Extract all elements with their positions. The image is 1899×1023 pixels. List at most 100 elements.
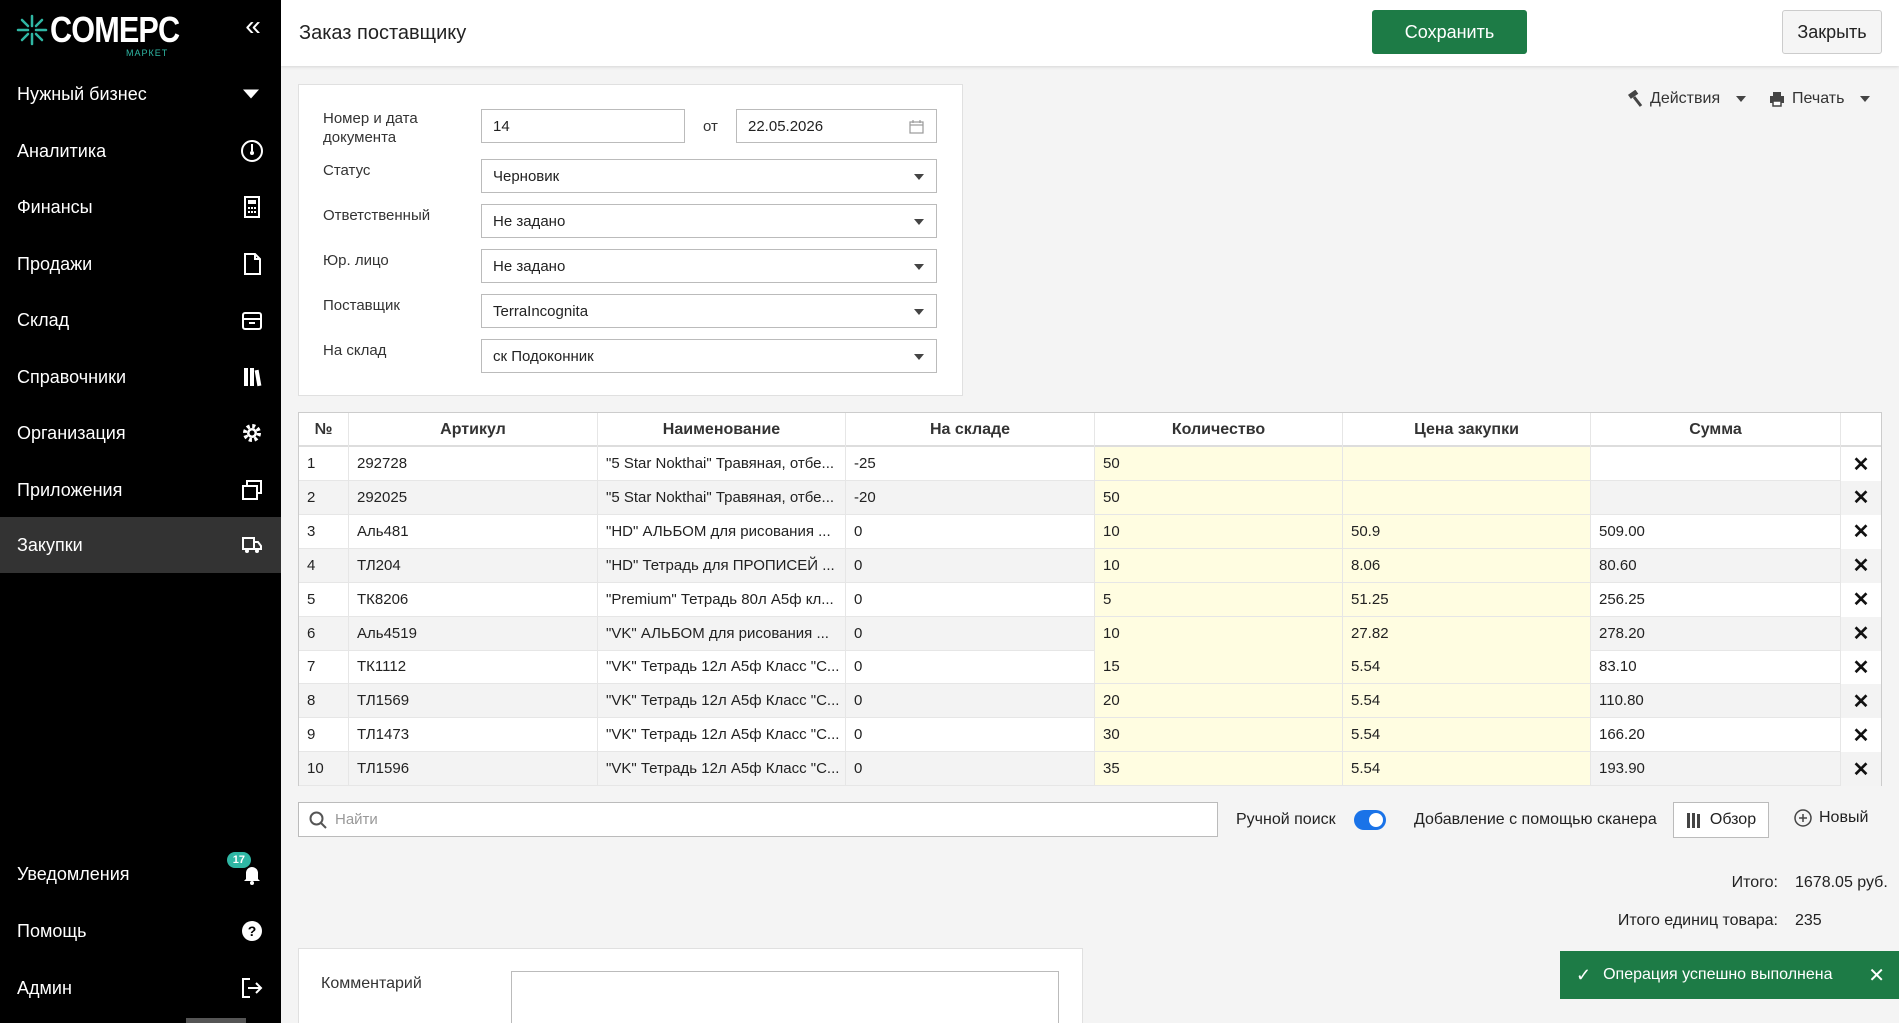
cell-number: 2 xyxy=(299,480,349,515)
delete-row-icon[interactable]: ✕ xyxy=(1841,752,1881,786)
delete-row-icon[interactable]: ✕ xyxy=(1841,515,1881,549)
cell-price[interactable] xyxy=(1343,447,1591,481)
logo[interactable]: COMEPC МАРКЕТ xyxy=(16,10,186,58)
cell-price[interactable]: 50.9 xyxy=(1343,514,1591,549)
warehouse-select[interactable]: ск Подоконник xyxy=(481,339,937,373)
cell-quantity[interactable]: 20 xyxy=(1095,684,1343,719)
col-header-price[interactable]: Цена закупки xyxy=(1343,413,1591,447)
legal-entity-value: Не задано xyxy=(493,257,566,275)
cell-quantity[interactable]: 5 xyxy=(1095,582,1343,617)
browse-button[interactable]: Обзор xyxy=(1673,802,1769,838)
doc-number-input[interactable]: 14 xyxy=(481,109,685,143)
delete-row-icon[interactable]: ✕ xyxy=(1841,447,1881,481)
cell-quantity[interactable]: 10 xyxy=(1095,616,1343,651)
col-header-stock[interactable]: На складе xyxy=(846,413,1095,447)
cell-quantity[interactable]: 10 xyxy=(1095,514,1343,549)
search-placeholder: Найти xyxy=(335,811,378,828)
sidebar-item-analytics[interactable]: Аналитика xyxy=(0,123,281,179)
sidebar-item-label: Админ xyxy=(17,977,72,998)
table-row[interactable]: 8 ТЛ1569 "VK" Тетрадь 12л А5ф Класс "С... 0… xyxy=(299,684,1881,719)
sidebar-item-label: Организация xyxy=(17,422,126,443)
table-row[interactable]: 6 Аль4519 "VK" АЛЬБОМ для рисования ... 0 10… xyxy=(299,616,1881,651)
delete-row-icon[interactable]: ✕ xyxy=(1841,718,1881,752)
legal-entity-select[interactable]: Не задано xyxy=(481,249,937,283)
cell-price[interactable] xyxy=(1343,480,1591,515)
new-item-button[interactable]: Новый xyxy=(1793,808,1868,828)
sidebar-item-apps[interactable]: Приложения xyxy=(0,462,281,518)
responsible-select[interactable]: Не задано xyxy=(481,204,937,238)
doc-date-input[interactable]: 22.05.2026 xyxy=(736,109,937,143)
cell-number: 9 xyxy=(299,718,349,753)
collapse-sidebar-button[interactable]: « xyxy=(240,12,266,40)
cell-price[interactable]: 8.06 xyxy=(1343,548,1591,583)
calendar-icon[interactable] xyxy=(909,119,924,134)
table-row[interactable]: 2 292025 "5 Star Nokthai" Травяная, отбе..… xyxy=(299,480,1881,515)
delete-row-icon[interactable]: ✕ xyxy=(1841,583,1881,617)
col-header-number[interactable]: № xyxy=(299,413,349,447)
search-input[interactable]: Найти xyxy=(298,802,1218,837)
delete-row-icon[interactable]: ✕ xyxy=(1841,650,1881,684)
cell-quantity[interactable]: 10 xyxy=(1095,548,1343,583)
cell-quantity[interactable]: 30 xyxy=(1095,718,1343,753)
col-header-sku[interactable]: Артикул xyxy=(349,413,598,447)
cell-sum: 80.60 xyxy=(1591,548,1841,583)
table-row[interactable]: 10 ТЛ1596 "VK" Тетрадь 12л А5ф Класс "С...… xyxy=(299,752,1881,787)
supplier-label: Поставщик xyxy=(323,297,400,314)
cell-sum: 278.20 xyxy=(1591,616,1841,651)
col-header-sum[interactable]: Сумма xyxy=(1591,413,1841,447)
col-header-name[interactable]: Наименование xyxy=(598,413,846,447)
delete-row-icon[interactable]: ✕ xyxy=(1841,549,1881,583)
save-button[interactable]: Сохранить xyxy=(1372,10,1527,54)
table-row[interactable]: 1 292728 "5 Star Nokthai" Травяная, отбе..… xyxy=(299,447,1881,481)
cell-price[interactable]: 27.82 xyxy=(1343,616,1591,651)
comment-textarea[interactable] xyxy=(511,971,1059,1023)
table-row[interactable]: 5 ТК8206 "Premium" Тетрадь 80л А5ф кл... 0 5… xyxy=(299,582,1881,617)
sidebar-item-help[interactable]: Помощь ? xyxy=(0,903,281,959)
cell-quantity[interactable]: 50 xyxy=(1095,480,1343,515)
close-button[interactable]: Закрыть xyxy=(1782,10,1882,54)
col-header-quantity[interactable]: Количество xyxy=(1095,413,1343,447)
sidebar-item-notifications[interactable]: Уведомления 17 xyxy=(0,846,281,902)
manual-search-label: Ручной поиск xyxy=(1236,811,1336,828)
cell-stock: 0 xyxy=(846,514,1095,549)
cell-quantity[interactable]: 35 xyxy=(1095,752,1343,787)
table-row[interactable]: 4 ТЛ204 "HD" Тетрадь для ПРОПИСЕЙ ... 0 10 8.… xyxy=(299,548,1881,583)
table-row[interactable]: 3 Аль481 "HD" АЛЬБОМ для рисования ... 0 10 5… xyxy=(299,514,1881,549)
cell-price[interactable]: 5.54 xyxy=(1343,718,1591,753)
cell-name: "VK" Тетрадь 12л А5ф Класс "С... xyxy=(598,650,846,685)
delete-row-icon[interactable]: ✕ xyxy=(1841,684,1881,718)
delete-row-icon[interactable]: ✕ xyxy=(1841,481,1881,515)
sidebar-item-organization[interactable]: Организация xyxy=(0,405,281,461)
sidebar-item-admin[interactable]: Админ xyxy=(0,960,281,1016)
close-icon[interactable]: ✕ xyxy=(1868,963,1885,988)
doc-date-value: 22.05.2026 xyxy=(748,117,824,135)
business-name: Нужный бизнес xyxy=(17,83,147,104)
cell-price[interactable]: 5.54 xyxy=(1343,650,1591,685)
status-select[interactable]: Черновик xyxy=(481,159,937,193)
cell-quantity[interactable]: 15 xyxy=(1095,650,1343,685)
delete-row-icon[interactable]: ✕ xyxy=(1841,617,1881,651)
cell-sum: 193.90 xyxy=(1591,752,1841,787)
business-selector[interactable]: Нужный бизнес xyxy=(0,66,281,122)
total-value: 1678.05 руб. xyxy=(1795,874,1888,891)
cell-sum xyxy=(1591,447,1841,481)
horizontal-scrollbar[interactable] xyxy=(186,1018,246,1023)
supplier-select[interactable]: TerraIncognita xyxy=(481,294,937,328)
cell-price[interactable]: 5.54 xyxy=(1343,752,1591,787)
sidebar-item-finance[interactable]: Финансы xyxy=(0,179,281,235)
sidebar-item-purchases[interactable]: Закупки xyxy=(0,517,281,573)
print-menu[interactable]: Печать xyxy=(1768,90,1871,108)
actions-menu[interactable]: Действия xyxy=(1626,90,1747,108)
table-row[interactable]: 9 ТЛ1473 "VK" Тетрадь 12л А5ф Класс "С... 0… xyxy=(299,718,1881,753)
table-row[interactable]: 7 ТК1112 "VK" Тетрадь 12л А5ф Класс "С... 0… xyxy=(299,650,1881,685)
sidebar-item-sales[interactable]: Продажи xyxy=(0,236,281,292)
cell-price[interactable]: 5.54 xyxy=(1343,684,1591,719)
table-header: № Артикул Наименование На складе Количес… xyxy=(299,413,1881,447)
success-toast: ✓ Операция успешно выполнена ✕ xyxy=(1560,951,1899,999)
sidebar-item-directories[interactable]: Справочники xyxy=(0,349,281,405)
manual-search-toggle[interactable] xyxy=(1354,810,1386,830)
box-icon xyxy=(242,312,262,330)
sidebar-item-warehouse[interactable]: Склад xyxy=(0,292,281,348)
cell-quantity[interactable]: 50 xyxy=(1095,447,1343,481)
cell-price[interactable]: 51.25 xyxy=(1343,582,1591,617)
